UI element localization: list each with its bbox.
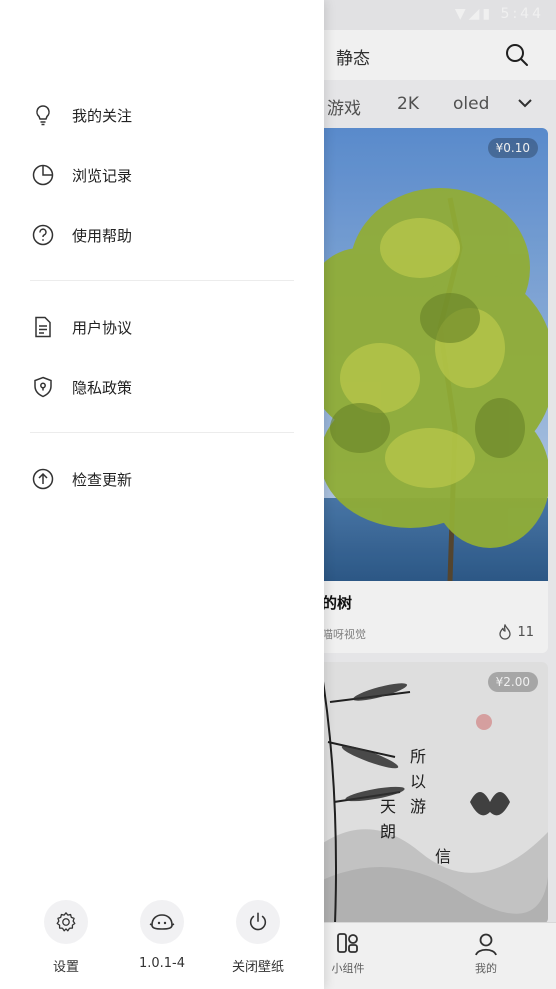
version-button[interactable]: 1.0.1-4 xyxy=(117,900,207,971)
close-wallpaper-button[interactable]: 关闭壁纸 xyxy=(213,900,303,975)
upgrade-icon xyxy=(30,466,56,492)
version-label: 1.0.1-4 xyxy=(138,956,186,971)
drawer-bottom-actions: 设置 1.0.1-4 关闭壁纸 xyxy=(0,900,324,989)
close-wallpaper-label: 关闭壁纸 xyxy=(231,960,284,975)
divider xyxy=(30,432,294,433)
mascot-icon xyxy=(140,900,184,944)
menu-item-check-update[interactable]: 检查更新 xyxy=(30,464,132,494)
menu-item-label: 使用帮助 xyxy=(72,226,133,245)
navigation-drawer: 我的关注 浏览记录 使用帮助 用户协议 隐私政策 检查更新 设置 1.0.1-4… xyxy=(0,0,324,989)
menu-item-label: 检查更新 xyxy=(72,470,133,489)
pie-chart-icon xyxy=(30,162,56,188)
menu-item-privacy[interactable]: 隐私政策 xyxy=(30,372,132,402)
help-icon xyxy=(30,222,56,248)
menu-item-follows[interactable]: 我的关注 xyxy=(30,100,132,130)
gear-icon xyxy=(44,900,88,944)
settings-button[interactable]: 设置 xyxy=(21,900,111,975)
menu-item-user-agreement[interactable]: 用户协议 xyxy=(30,312,132,342)
menu-item-label: 隐私政策 xyxy=(72,378,133,397)
power-icon xyxy=(236,900,280,944)
menu-item-label: 我的关注 xyxy=(72,106,133,125)
shield-icon xyxy=(30,374,56,400)
divider xyxy=(30,280,294,281)
menu-item-history[interactable]: 浏览记录 xyxy=(30,160,132,190)
menu-item-label: 用户协议 xyxy=(72,318,133,337)
settings-label: 设置 xyxy=(52,960,79,975)
menu-item-help[interactable]: 使用帮助 xyxy=(30,220,132,250)
lightbulb-icon xyxy=(30,102,56,128)
menu-item-label: 浏览记录 xyxy=(72,166,133,185)
document-icon xyxy=(30,314,56,340)
